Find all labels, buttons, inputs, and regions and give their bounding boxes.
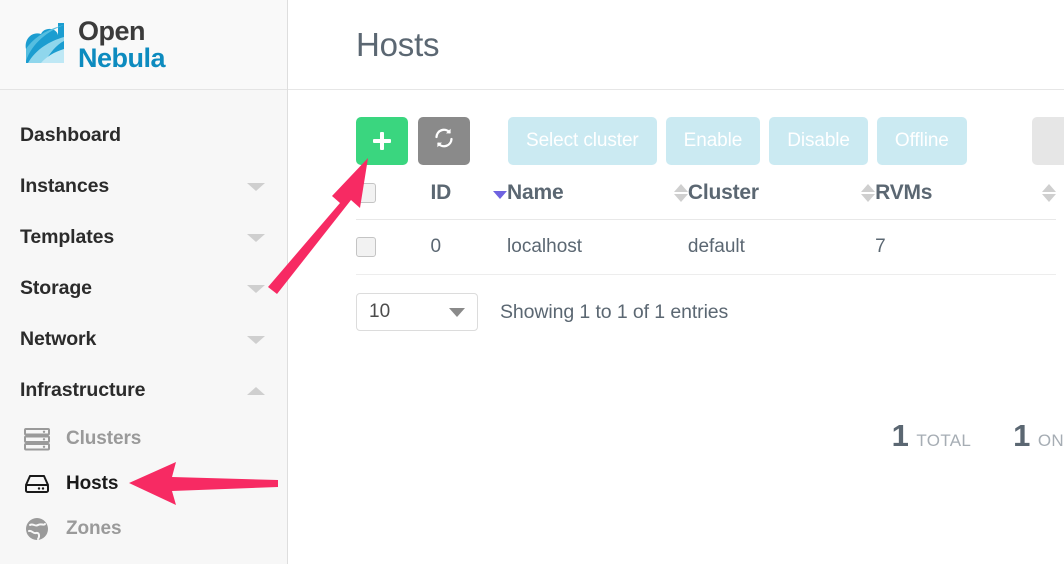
column-label: Cluster [687, 181, 759, 204]
cell-name: localhost [507, 219, 688, 275]
column-select [356, 165, 431, 220]
chevron-down-icon [449, 307, 465, 317]
stat-total: 1 TOTAL [892, 418, 971, 454]
opennebula-sunstone-app: Open Nebula Dashboard Instances Template… [0, 0, 1064, 564]
sidebar: Open Nebula Dashboard Instances Template… [0, 0, 288, 564]
sidebar-item-label: Clusters [66, 427, 142, 449]
sidebar-item-label: Network [20, 328, 97, 350]
page-length-select[interactable]: 10 [356, 293, 478, 331]
toolbar: Select cluster Enable Disable Offline [288, 90, 1064, 165]
chevron-up-icon [247, 386, 265, 395]
table-footer: 10 Showing 1 to 1 of 1 entries [288, 275, 1064, 331]
row-checkbox[interactable] [356, 237, 376, 257]
column-label: RVMs [875, 181, 933, 204]
sidebar-item-label: Zones [66, 517, 122, 539]
sidebar-item-instances[interactable]: Instances [0, 161, 287, 212]
cell-rvms: 7 [875, 219, 1056, 275]
column-name[interactable]: Name [507, 165, 688, 220]
sidebar-nav: Dashboard Instances Templates Storage Ne… [0, 90, 287, 551]
entries-info: Showing 1 to 1 of 1 entries [500, 300, 729, 323]
cell-id: 0 [430, 219, 508, 275]
chevron-down-icon [247, 182, 265, 191]
sidebar-item-label: Instances [20, 175, 110, 197]
sidebar-item-templates[interactable]: Templates [0, 212, 287, 263]
enable-button[interactable]: Enable [665, 117, 761, 165]
column-label: ID [430, 181, 452, 204]
host-stats: 1 TOTAL 1 ON [850, 418, 1064, 454]
cloud-wave-logo-icon [18, 19, 74, 71]
sidebar-item-storage[interactable]: Storage [0, 263, 287, 314]
sidebar-item-network[interactable]: Network [0, 314, 287, 365]
row-select-cell [356, 219, 431, 275]
stat-value: 1 [1013, 418, 1030, 453]
sort-indicator-cluster[interactable] [861, 182, 876, 204]
plus-icon [372, 131, 392, 151]
brand-name: Open Nebula [78, 15, 166, 73]
column-rvms[interactable]: RVMs [875, 165, 1056, 220]
cell-cluster: default [687, 219, 876, 275]
disable-button[interactable]: Disable [769, 117, 868, 165]
chevron-down-icon [247, 233, 265, 242]
sidebar-item-label: Infrastructure [20, 379, 146, 401]
chevron-down-icon [247, 335, 265, 344]
sidebar-item-label: Hosts [66, 472, 119, 494]
refresh-button[interactable] [418, 117, 470, 165]
table-row[interactable]: 0 localhost default 7 [356, 219, 1056, 275]
brand-name-line1: Open [78, 15, 146, 46]
refresh-icon [432, 126, 456, 156]
host-server-icon [22, 471, 52, 497]
sidebar-item-infrastructure[interactable]: Infrastructure [0, 365, 287, 416]
stat-label: TOTAL [916, 431, 972, 450]
table-head: ID Name Cluster RVMs [356, 165, 1056, 220]
sort-indicator-id[interactable] [493, 182, 508, 204]
table-body: 0 localhost default 7 [356, 219, 1056, 275]
chevron-down-icon [247, 284, 265, 293]
select-all-checkbox[interactable] [356, 183, 376, 203]
globe-icon [22, 516, 52, 542]
add-host-button[interactable] [356, 117, 408, 165]
offline-button[interactable]: Offline [876, 117, 967, 165]
stat-on: 1 ON [1013, 418, 1064, 454]
sort-indicator-name[interactable] [673, 182, 688, 204]
sort-indicator-rvms[interactable] [1042, 182, 1056, 204]
sidebar-item-clusters[interactable]: Clusters [0, 416, 287, 461]
sidebar-item-zones[interactable]: Zones [0, 506, 287, 551]
brand-logo[interactable]: Open Nebula [0, 0, 287, 90]
table-header-row: ID Name Cluster RVMs [356, 165, 1056, 220]
hosts-table-container: ID Name Cluster RVMs 0 localhost default… [288, 165, 1064, 275]
sidebar-item-label: Templates [20, 226, 115, 248]
sidebar-item-hosts[interactable]: Hosts [0, 461, 287, 506]
page-header: Hosts [288, 0, 1064, 90]
sidebar-item-label: Dashboard [20, 124, 121, 146]
column-label: Name [507, 181, 564, 204]
select-cluster-button[interactable]: Select cluster [508, 117, 657, 165]
stat-value: 1 [891, 418, 909, 453]
page-length-value: 10 [369, 301, 391, 322]
sidebar-item-dashboard[interactable]: Dashboard [0, 110, 287, 161]
main-content: Hosts Select cluster Enable Disable Offl… [288, 0, 1064, 564]
search-button[interactable] [1032, 117, 1064, 165]
clusters-icon [22, 426, 52, 452]
brand-name-line2: Nebula [78, 42, 166, 73]
column-id[interactable]: ID [430, 165, 508, 220]
column-cluster[interactable]: Cluster [687, 165, 876, 220]
sidebar-item-label: Storage [20, 277, 92, 299]
hosts-table: ID Name Cluster RVMs 0 localhost default… [356, 165, 1056, 275]
stat-label: ON [1037, 431, 1064, 450]
page-title: Hosts [356, 25, 440, 63]
